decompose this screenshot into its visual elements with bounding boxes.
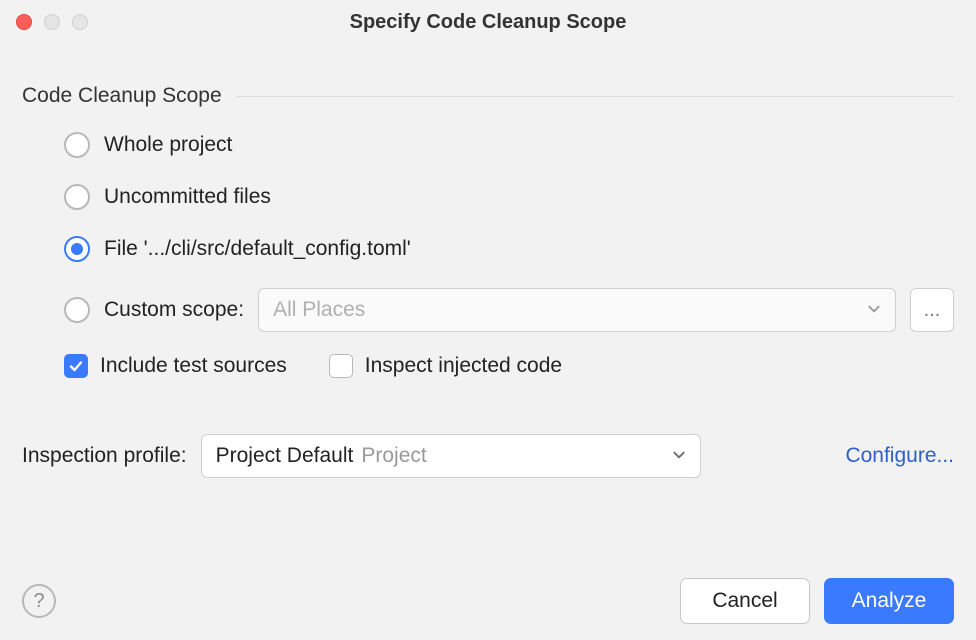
dialog-footer: ? Cancel Analyze — [22, 578, 954, 624]
scope-custom-row[interactable]: Custom scope: All Places ... — [64, 288, 954, 332]
dialog-title: Specify Code Cleanup Scope — [0, 0, 976, 44]
close-window-button[interactable] — [16, 14, 32, 30]
custom-scope-more-button[interactable]: ... — [910, 288, 954, 332]
radio-uncommitted-files[interactable] — [64, 184, 90, 210]
inspect-injected-item[interactable]: Inspect injected code — [329, 354, 562, 378]
inspection-profile-value: Project Default — [216, 444, 354, 468]
checkbox-row: Include test sources Inspect injected co… — [64, 354, 954, 378]
help-icon: ? — [33, 590, 44, 613]
divider — [236, 96, 954, 97]
ellipsis-icon: ... — [924, 299, 941, 322]
chevron-down-icon — [672, 444, 686, 468]
window-controls — [16, 14, 88, 30]
radio-custom-scope[interactable] — [64, 297, 90, 323]
scope-options: Whole project Uncommitted files File '..… — [22, 132, 954, 378]
scope-custom-label: Custom scope: — [104, 298, 244, 322]
inspection-profile-label: Inspection profile: — [22, 444, 187, 468]
include-tests-label: Include test sources — [100, 354, 287, 378]
custom-scope-value: All Places — [273, 298, 365, 322]
help-button[interactable]: ? — [22, 584, 56, 618]
radio-file[interactable] — [64, 236, 90, 262]
inspect-injected-checkbox[interactable] — [329, 354, 353, 378]
scope-whole-project-label: Whole project — [104, 133, 232, 157]
dialog-window: Specify Code Cleanup Scope Code Cleanup … — [0, 0, 976, 640]
inspection-profile-select[interactable]: Project Default Project — [201, 434, 701, 478]
scope-file-label: File '.../cli/src/default_config.toml' — [104, 237, 411, 261]
include-tests-item[interactable]: Include test sources — [64, 354, 287, 378]
scope-uncommitted-row[interactable]: Uncommitted files — [64, 184, 954, 210]
footer-buttons: Cancel Analyze — [680, 578, 954, 624]
scope-file-row[interactable]: File '.../cli/src/default_config.toml' — [64, 236, 954, 262]
scope-uncommitted-label: Uncommitted files — [104, 185, 271, 209]
include-tests-checkbox[interactable] — [64, 354, 88, 378]
cancel-button-label: Cancel — [712, 589, 777, 613]
analyze-button[interactable]: Analyze — [824, 578, 954, 624]
configure-link[interactable]: Configure... — [817, 444, 954, 468]
custom-scope-select[interactable]: All Places — [258, 288, 896, 332]
zoom-window-button[interactable] — [72, 14, 88, 30]
analyze-button-label: Analyze — [852, 589, 927, 613]
cancel-button[interactable]: Cancel — [680, 578, 810, 624]
inspection-profile-context: Project — [361, 444, 426, 468]
inspect-injected-label: Inspect injected code — [365, 354, 562, 378]
radio-whole-project[interactable] — [64, 132, 90, 158]
chevron-down-icon — [867, 298, 881, 322]
minimize-window-button[interactable] — [44, 14, 60, 30]
scope-section-header: Code Cleanup Scope — [22, 84, 954, 108]
dialog-body: Code Cleanup Scope Whole project Uncommi… — [0, 44, 976, 478]
scope-whole-project-row[interactable]: Whole project — [64, 132, 954, 158]
scope-section-label: Code Cleanup Scope — [22, 84, 222, 108]
inspection-profile-row: Inspection profile: Project Default Proj… — [22, 434, 954, 478]
titlebar: Specify Code Cleanup Scope — [0, 0, 976, 44]
